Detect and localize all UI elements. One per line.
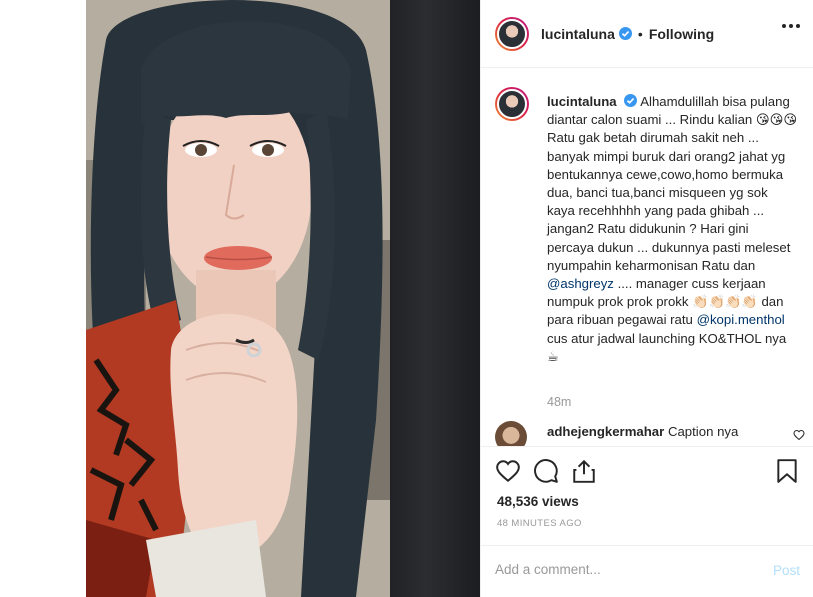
comment-body: Caption nya [667,424,739,439]
video-frame [86,0,390,597]
caption-avatar[interactable] [495,87,529,121]
add-comment-input[interactable] [495,562,745,577]
post-header: lucintaluna • Following [481,0,813,68]
caption-username[interactable]: lucintaluna [547,94,617,109]
mention-link[interactable]: @ashgreyz [547,276,614,291]
verified-badge-icon [618,27,632,40]
media-right-margin [390,0,480,597]
verified-badge-icon [624,94,638,107]
caption-body-3: cus atur jadwal launching KO&THOL nya ☕ [547,330,787,364]
comment-like-heart-icon[interactable] [793,429,805,441]
comment-username[interactable]: adhejengkermahar [547,424,664,439]
caption-text: lucintaluna Alhamdulillah bisa pulang di… [547,93,799,366]
caption-body-1: Alhamdulillah bisa pulang diantar calon … [547,94,798,273]
view-count[interactable]: 48,536 views [497,494,579,509]
following-button[interactable]: Following [649,26,714,42]
header-avatar[interactable] [495,16,529,51]
bookmark-icon[interactable] [775,458,799,484]
comment-text: adhejengkermahar Caption nya [547,423,767,441]
more-options-icon[interactable] [782,24,800,28]
comments-section: lucintaluna Alhamdulillah bisa pulang di… [481,69,813,447]
comment-avatar[interactable] [495,421,527,447]
caption-avatar-row [495,87,529,121]
action-bar [495,458,801,488]
header-username[interactable]: lucintaluna [541,26,615,42]
mention-link[interactable]: @kopi.menthol [697,312,785,327]
add-comment-bar: Post [481,545,813,597]
media-left-margin [0,0,86,597]
post-media[interactable] [0,0,480,597]
heart-icon[interactable] [495,458,521,484]
post-age: 48 MINUTES AGO [497,518,582,529]
comment-icon[interactable] [533,458,559,484]
share-icon[interactable] [571,458,597,484]
video-player[interactable] [86,0,390,597]
header-separator: • [637,25,643,42]
post-comment-button[interactable]: Post [773,563,800,578]
actions-divider [481,446,813,447]
post-side-panel: lucintaluna • Following lucintaluna Alha… [480,0,813,597]
caption-timestamp: 48m [547,395,572,409]
